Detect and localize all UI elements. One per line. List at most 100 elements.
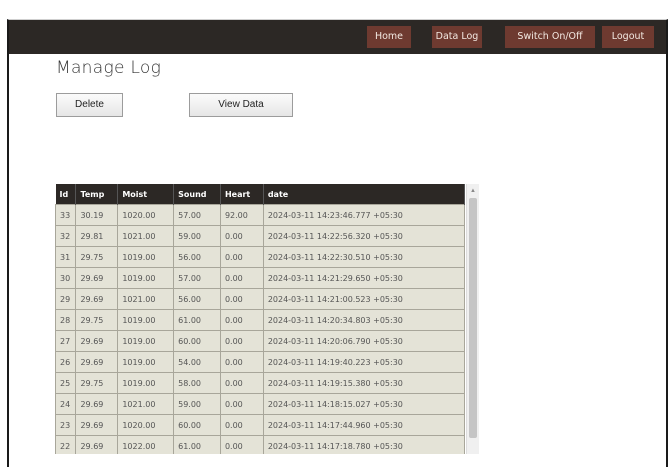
cell-id: 28 <box>55 309 77 331</box>
cell-temp: 29.69 <box>75 351 119 373</box>
nav-home-button[interactable]: Home <box>367 26 411 48</box>
cell-sound: 56.00 <box>173 288 221 310</box>
cell-id: 26 <box>55 351 77 373</box>
cell-sound: 57.00 <box>173 204 221 226</box>
cell-moist: 1019.00 <box>117 309 175 331</box>
table-row[interactable]: 32 29.81 1021.00 59.00 0.00 2024-03-11 14:22:… <box>55 225 465 247</box>
cell-sound: 57.00 <box>173 267 221 289</box>
nav-logout-button[interactable]: Logout <box>602 26 654 48</box>
cell-heart: 0.00 <box>219 267 264 289</box>
cell-heart: 0.00 <box>219 246 264 268</box>
table-row[interactable]: 28 29.75 1019.00 61.00 0.00 2024-03-11 14:20:… <box>55 309 465 331</box>
view-data-button[interactable]: View Data <box>189 93 293 117</box>
cell-date: 2024-03-11 14:20:06.790 +05:30 <box>262 330 465 352</box>
cell-date: 2024-03-11 14:22:30.510 +05:30 <box>262 246 465 268</box>
column-header-date: date <box>263 184 465 205</box>
cell-temp: 29.81 <box>75 225 119 247</box>
cell-heart: 0.00 <box>219 372 264 394</box>
cell-sound: 54.00 <box>173 351 221 373</box>
table-row[interactable]: 25 29.75 1019.00 58.00 0.00 2024-03-11 14:19:… <box>55 372 465 394</box>
delete-button[interactable]: Delete <box>56 93 123 117</box>
cell-temp: 29.69 <box>75 330 119 352</box>
cell-moist: 1019.00 <box>117 267 175 289</box>
table-row[interactable]: 29 29.69 1021.00 56.00 0.00 2024-03-11 14:21:… <box>55 288 465 310</box>
cell-date: 2024-03-11 14:19:15.380 +05:30 <box>262 372 465 394</box>
cell-date: 2024-03-11 14:17:18.780 +05:30 <box>262 435 465 454</box>
cell-temp: 29.69 <box>75 267 119 289</box>
cell-date: 2024-03-11 14:17:44.960 +05:30 <box>262 414 465 436</box>
cell-id: 22 <box>55 435 77 454</box>
cell-id: 23 <box>55 414 77 436</box>
table-row[interactable]: 24 29.69 1021.00 59.00 0.00 2024-03-11 14:18:… <box>55 393 465 415</box>
cell-sound: 60.00 <box>173 330 221 352</box>
nav-data-log-button[interactable]: Data Log <box>432 26 482 48</box>
table-row[interactable]: 26 29.69 1019.00 54.00 0.00 2024-03-11 14:19:… <box>55 351 465 373</box>
cell-sound: 59.00 <box>173 393 221 415</box>
cell-date: 2024-03-11 14:20:34.803 +05:30 <box>262 309 465 331</box>
cell-id: 24 <box>55 393 77 415</box>
cell-heart: 0.00 <box>219 288 264 310</box>
table-row[interactable]: 23 29.69 1020.00 60.00 0.00 2024-03-11 14:17:… <box>55 414 465 436</box>
cell-date: 2024-03-11 14:22:56.320 +05:30 <box>262 225 465 247</box>
table-row[interactable]: 27 29.69 1019.00 60.00 0.00 2024-03-11 14:20:… <box>55 330 465 352</box>
nav-switch-button[interactable]: Switch On/Off <box>505 26 595 48</box>
cell-date: 2024-03-11 14:18:15.027 +05:30 <box>262 393 465 415</box>
cell-moist: 1021.00 <box>117 288 175 310</box>
cell-heart: 0.00 <box>219 309 264 331</box>
cell-id: 27 <box>55 330 77 352</box>
cell-sound: 59.00 <box>173 225 221 247</box>
column-header-id: Id <box>55 184 77 205</box>
cell-date: 2024-03-11 14:19:40.223 +05:30 <box>262 351 465 373</box>
cell-id: 31 <box>55 246 77 268</box>
scroll-up-arrow-icon[interactable]: ▲ <box>470 188 476 194</box>
cell-id: 29 <box>55 288 77 310</box>
cell-sound: 58.00 <box>173 372 221 394</box>
cell-heart: 92.00 <box>219 204 264 226</box>
table-row[interactable]: 33 30.19 1020.00 57.00 92.00 2024-03-11 14:23… <box>55 204 465 226</box>
table-row[interactable]: 31 29.75 1019.00 56.00 0.00 2024-03-11 14:22:… <box>55 246 465 268</box>
cell-sound: 61.00 <box>173 309 221 331</box>
cell-heart: 0.00 <box>219 435 264 454</box>
cell-moist: 1019.00 <box>117 372 175 394</box>
cell-moist: 1019.00 <box>117 351 175 373</box>
cell-moist: 1021.00 <box>117 393 175 415</box>
cell-id: 32 <box>55 225 77 247</box>
cell-temp: 29.69 <box>75 435 119 454</box>
cell-temp: 29.69 <box>75 414 119 436</box>
cell-heart: 0.00 <box>219 225 264 247</box>
cell-moist: 1019.00 <box>117 330 175 352</box>
cell-moist: 1022.00 <box>117 435 175 454</box>
cell-sound: 61.00 <box>173 435 221 454</box>
cell-date: 2024-03-11 14:21:29.650 +05:30 <box>262 267 465 289</box>
cell-temp: 29.69 <box>75 393 119 415</box>
cell-temp: 29.69 <box>75 288 119 310</box>
cell-moist: 1019.00 <box>117 246 175 268</box>
cell-id: 33 <box>55 204 77 226</box>
scrollbar-thumb[interactable] <box>469 198 477 438</box>
log-table: Id Temp Moist Sound Heart date 33 30.19 10… <box>55 184 465 454</box>
table-row[interactable]: 30 29.69 1019.00 57.00 0.00 2024-03-11 14:21:… <box>55 267 465 289</box>
table-header-row: Id Temp Moist Sound Heart date <box>55 184 465 205</box>
cell-temp: 30.19 <box>75 204 119 226</box>
page-title: Manage Log <box>56 58 162 78</box>
cell-date: 2024-03-11 14:23:46.777 +05:30 <box>262 204 465 226</box>
cell-moist: 1021.00 <box>117 225 175 247</box>
log-table-container: Id Temp Moist Sound Heart date 33 30.19 10… <box>55 184 465 454</box>
column-header-temp: Temp <box>75 184 119 205</box>
column-header-sound: Sound <box>173 184 221 205</box>
cell-heart: 0.00 <box>219 393 264 415</box>
cell-id: 25 <box>55 372 77 394</box>
cell-moist: 1020.00 <box>117 414 175 436</box>
cell-temp: 29.75 <box>75 309 119 331</box>
table-scrollbar[interactable]: ▲ <box>466 184 479 454</box>
column-header-moist: Moist <box>117 184 175 205</box>
top-navbar: Home Data Log Switch On/Off Logout <box>9 20 666 54</box>
cell-temp: 29.75 <box>75 372 119 394</box>
cell-sound: 60.00 <box>173 414 221 436</box>
column-header-heart: Heart <box>220 184 264 205</box>
cell-heart: 0.00 <box>219 414 264 436</box>
cell-sound: 56.00 <box>173 246 221 268</box>
cell-heart: 0.00 <box>219 351 264 373</box>
cell-temp: 29.75 <box>75 246 119 268</box>
table-row[interactable]: 22 29.69 1022.00 61.00 0.00 2024-03-11 14:17:… <box>55 435 465 454</box>
